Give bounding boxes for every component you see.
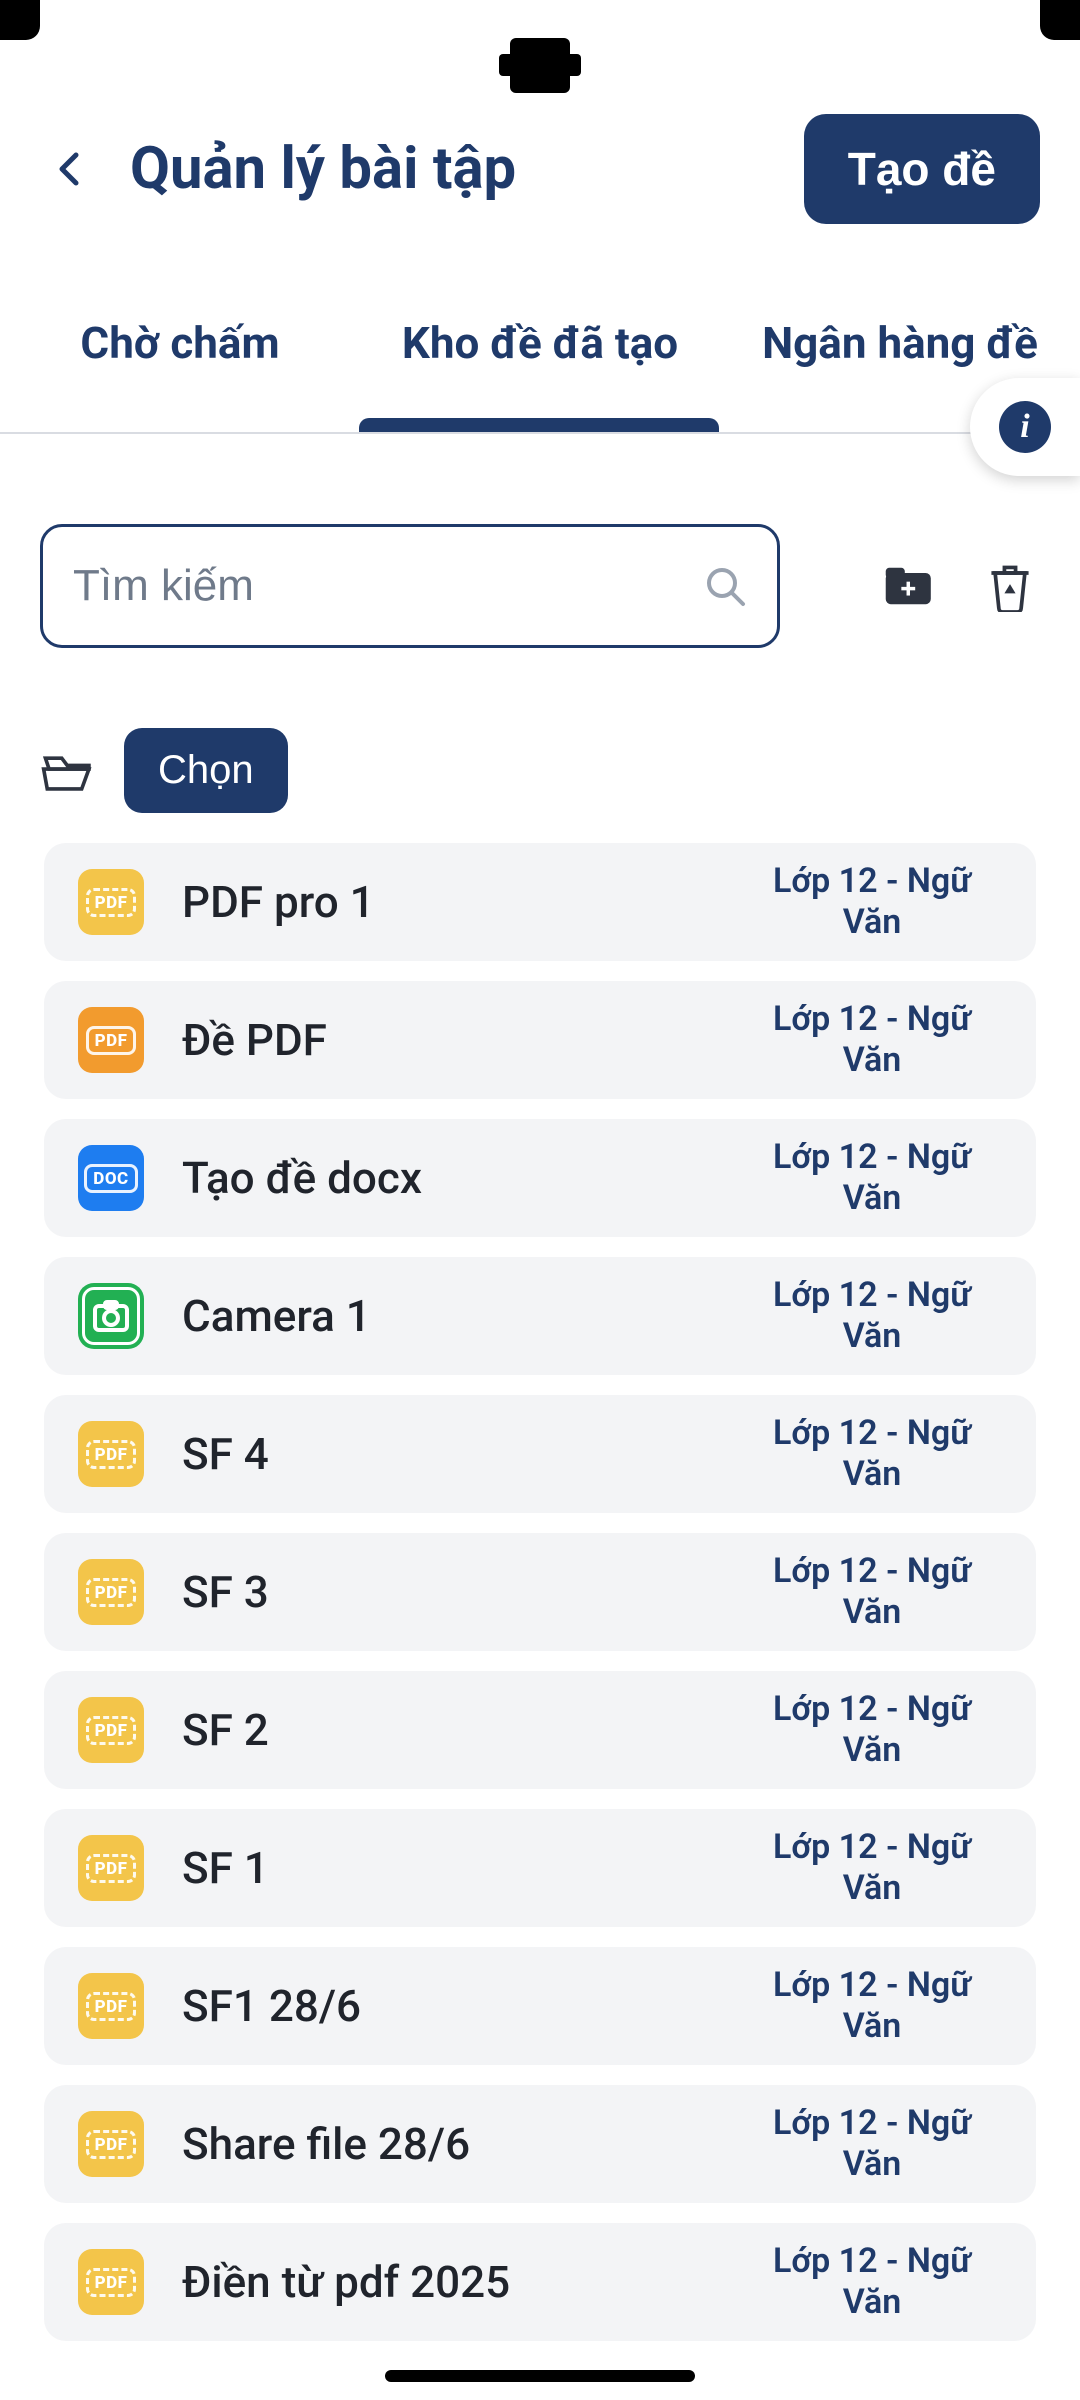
- chevron-left-icon: [52, 151, 88, 187]
- back-button[interactable]: [40, 139, 100, 199]
- pdf-file-icon: PDF: [78, 1835, 144, 1901]
- file-meta: Lớp 12 - Ngữ Văn: [742, 1689, 1002, 1771]
- tab-pending-grading[interactable]: Chờ chấm: [0, 254, 360, 432]
- list-item[interactable]: PDF SF 4Lớp 12 - Ngữ Văn: [44, 1395, 1036, 1513]
- file-name: SF 2: [182, 1704, 742, 1756]
- file-badge: PDF: [86, 1440, 137, 1469]
- file-name: SF 1: [182, 1842, 742, 1894]
- recycle-bin-button[interactable]: [980, 556, 1040, 616]
- file-name: SF1 28/6: [182, 1980, 742, 2032]
- file-name: Đề PDF: [182, 1014, 742, 1066]
- file-badge: PDF: [86, 1716, 137, 1745]
- page-title: Quản lý bài tập: [130, 135, 804, 203]
- doc-file-icon: DOC: [78, 1145, 144, 1211]
- file-name: PDF pro 1: [182, 876, 742, 928]
- file-meta: Lớp 12 - Ngữ Văn: [742, 1275, 1002, 1357]
- list-item[interactable]: PDF SF 1Lớp 12 - Ngữ Văn: [44, 1809, 1036, 1927]
- select-row: Chọn: [0, 688, 1080, 843]
- pdf-file-icon: PDF: [78, 2111, 144, 2177]
- file-badge: PDF: [86, 888, 137, 917]
- tab-created-exams[interactable]: Kho đề đã tạo: [360, 254, 720, 432]
- status-bar: [0, 0, 1080, 90]
- file-meta: Lớp 12 - Ngữ Văn: [742, 861, 1002, 943]
- list-item[interactable]: PDF SF1 28/6Lớp 12 - Ngữ Văn: [44, 1947, 1036, 2065]
- folder-plus-icon: [884, 564, 936, 608]
- file-meta: Lớp 12 - Ngữ Văn: [742, 999, 1002, 1081]
- file-badge: DOC: [84, 1164, 137, 1193]
- list-item[interactable]: PDF SF 3Lớp 12 - Ngữ Văn: [44, 1533, 1036, 1651]
- pdf-file-icon: PDF: [78, 2249, 144, 2315]
- list-item[interactable]: PDF Điền từ pdf 2025Lớp 12 - Ngữ Văn: [44, 2223, 1036, 2341]
- file-meta: Lớp 12 - Ngữ Văn: [742, 1137, 1002, 1219]
- pdf-file-icon: PDF: [78, 869, 144, 935]
- search-row: [0, 434, 1080, 688]
- tabs: Chờ chấm Kho đề đã tạo Ngân hàng đề: [0, 254, 1080, 434]
- file-badge: PDF: [86, 1026, 137, 1055]
- home-indicator: [385, 2370, 695, 2382]
- list-item[interactable]: PDF SF 2Lớp 12 - Ngữ Văn: [44, 1671, 1036, 1789]
- pdf-file-icon: PDF: [78, 1697, 144, 1763]
- active-tab-indicator: [359, 418, 719, 432]
- pdf-file-icon: PDF: [78, 1973, 144, 2039]
- list-item[interactable]: PDF Share file 28/6Lớp 12 - Ngữ Văn: [44, 2085, 1036, 2203]
- camera-notch-icon: [510, 38, 570, 93]
- search-icon: [703, 564, 747, 608]
- screen-corner: [1040, 0, 1080, 40]
- file-badge: PDF: [86, 2130, 137, 2159]
- file-meta: Lớp 12 - Ngữ Văn: [742, 1965, 1002, 2047]
- camera-file-icon: [78, 1283, 144, 1349]
- list-item[interactable]: PDF PDF pro 1Lớp 12 - Ngữ Văn: [44, 843, 1036, 961]
- file-name: Share file 28/6: [182, 2118, 742, 2170]
- file-badge: PDF: [86, 1992, 137, 2021]
- info-icon: [999, 401, 1051, 453]
- add-folder-button[interactable]: [880, 556, 940, 616]
- file-meta: Lớp 12 - Ngữ Văn: [742, 2103, 1002, 2185]
- file-badge: PDF: [86, 1854, 137, 1883]
- file-name: Camera 1: [182, 1290, 742, 1342]
- file-meta: Lớp 12 - Ngữ Văn: [742, 1827, 1002, 1909]
- screen-corner: [0, 0, 40, 40]
- info-button[interactable]: [970, 378, 1080, 476]
- pdf-file-icon: PDF: [78, 1559, 144, 1625]
- open-folder-button[interactable]: [40, 745, 98, 797]
- file-meta: Lớp 12 - Ngữ Văn: [742, 1551, 1002, 1633]
- list-item[interactable]: PDF Đề PDFLớp 12 - Ngữ Văn: [44, 981, 1036, 1099]
- list-item[interactable]: DOC Tạo đề docxLớp 12 - Ngữ Văn: [44, 1119, 1036, 1237]
- file-badge: PDF: [86, 2268, 137, 2297]
- recycle-bin-icon: [987, 560, 1033, 612]
- file-badge: PDF: [86, 1578, 137, 1607]
- search-field-wrapper: [40, 524, 780, 648]
- search-input[interactable]: [73, 561, 703, 611]
- file-list: PDFPDF pro 1Lớp 12 - Ngữ VănPDFĐề PDFLớp…: [0, 843, 1080, 2341]
- select-button[interactable]: Chọn: [124, 728, 288, 813]
- pdf-file-icon: PDF: [78, 1421, 144, 1487]
- file-name: SF 3: [182, 1566, 742, 1618]
- pdf-file-icon: PDF: [78, 1007, 144, 1073]
- file-name: SF 4: [182, 1428, 742, 1480]
- file-name: Điền từ pdf 2025: [182, 2256, 742, 2308]
- file-meta: Lớp 12 - Ngữ Văn: [742, 1413, 1002, 1495]
- create-exam-button[interactable]: Tạo đề: [804, 114, 1040, 224]
- folder-open-icon: [40, 745, 98, 793]
- file-name: Tạo đề docx: [182, 1152, 742, 1204]
- list-item[interactable]: Camera 1Lớp 12 - Ngữ Văn: [44, 1257, 1036, 1375]
- file-meta: Lớp 12 - Ngữ Văn: [742, 2241, 1002, 2323]
- header: Quản lý bài tập Tạo đề: [0, 90, 1080, 254]
